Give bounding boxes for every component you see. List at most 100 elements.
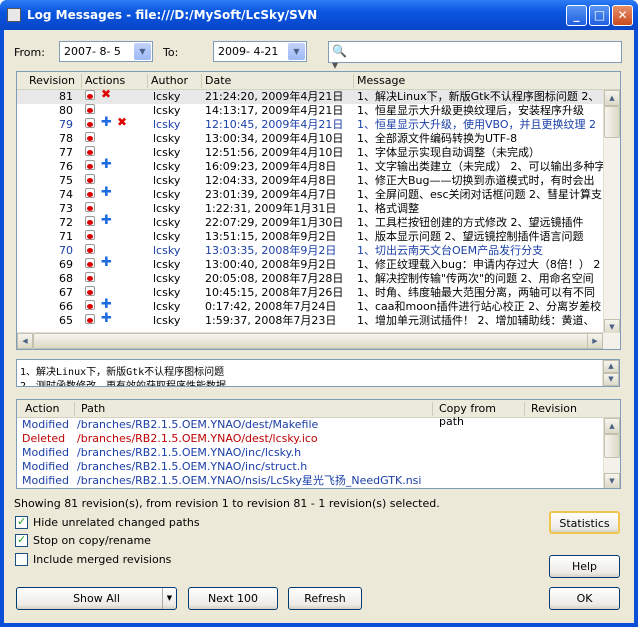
modified-icon — [85, 188, 95, 198]
message-cell: 1、文字输出类建立（未完成） 2、可以输出多种字 — [357, 160, 606, 173]
modified-icon — [85, 300, 95, 310]
show-all-button[interactable]: Show All ▼ — [16, 587, 177, 610]
log-row[interactable]: 74 ✚ lcsky 23:01:39, 2009年4月7日 1、全屏问题、esc关闭对… — [17, 186, 620, 202]
message-cell: 1、增加单元测试插件！ 2、增加辅助线：黄道、 — [357, 314, 595, 327]
scroll-up-icon[interactable]: ▲ — [604, 418, 620, 434]
column-action[interactable]: Action — [17, 402, 71, 416]
modified-icon — [85, 314, 95, 324]
scroll-up-icon[interactable]: ▲ — [604, 90, 620, 106]
revision-cell: 76 — [59, 160, 73, 173]
column-revision[interactable]: Revision — [17, 74, 81, 88]
log-list[interactable]: Revision Actions Author Date Message 81 ✖… — [16, 71, 621, 350]
log-row[interactable]: 81 ✖ lcsky 21:24:20, 2009年4月21日 1、解决Linux下，新… — [17, 88, 620, 104]
log-row[interactable]: 79 ✚ ✖ lcsky 12:10:45, 2009年4月21日 1、恒星显示大升级，使… — [17, 116, 620, 132]
revision-cell: 68 — [59, 272, 73, 285]
help-button[interactable]: Help — [549, 555, 620, 578]
close-button[interactable]: ✕ — [612, 5, 633, 26]
path-row[interactable]: Modified/branches/RB2.1.5.OEM.YNAO/inc/s… — [17, 460, 620, 474]
scroll-thumb[interactable] — [33, 333, 593, 349]
column-copy-from-path[interactable]: Copy from path — [432, 402, 524, 428]
author-cell: lcsky — [153, 202, 181, 215]
log-row[interactable]: 68 lcsky 20:05:08, 2008年7月28日 1、解决控制传输"传两次"… — [17, 272, 620, 286]
include-merged-checkbox[interactable] — [15, 553, 28, 566]
message-cell: 1、解决Linux下，新版Gtk不认程序图标问题 2、 — [357, 90, 600, 103]
column-date[interactable]: Date — [201, 74, 353, 88]
log-row[interactable]: 65 ✚ lcsky 1:59:37, 2008年7月23日 1、增加单元测试插件！ 2… — [17, 312, 620, 328]
title-bar[interactable]: Log Messages - file:///D:/MySoft/LcSky/S… — [0, 0, 638, 30]
author-cell: lcsky — [153, 132, 181, 145]
log-row[interactable]: 71 lcsky 13:51:15, 2008年9月2日 1、版本显示问题 2、望远镜… — [17, 230, 620, 244]
message-scrollbar[interactable]: ▲ ▼ — [602, 360, 619, 386]
scroll-down-icon[interactable]: ▼ — [603, 373, 619, 386]
scroll-up-icon[interactable]: ▲ — [603, 360, 619, 373]
date-cell: 13:00:40, 2008年9月2日 — [205, 258, 337, 271]
revision-cell: 67 — [59, 286, 73, 299]
search-icon[interactable]: 🔍▾ — [332, 44, 352, 72]
log-row[interactable]: 78 lcsky 13:00:34, 2009年4月10日 1、全部源文件编码转换为U… — [17, 132, 620, 146]
message-cell: 1、恒星显示大升级，使用VBO，并且更换纹理 2 — [357, 118, 597, 131]
refresh-button[interactable]: Refresh — [288, 587, 362, 610]
revision-cell: 71 — [59, 230, 73, 243]
log-row[interactable]: 69 ✚ lcsky 13:00:40, 2008年9月2日 1、修正纹理载入bug：申… — [17, 256, 620, 272]
modified-icon — [85, 272, 95, 282]
log-horizontal-scrollbar[interactable]: ◀ ▶ — [17, 332, 620, 349]
dropdown-arrow-icon[interactable]: ▼ — [162, 588, 176, 609]
date-cell: 20:05:08, 2008年7月28日 — [205, 272, 344, 285]
statistics-button[interactable]: Statistics — [549, 511, 620, 534]
log-row[interactable]: 76 ✚ lcsky 16:09:23, 2009年4月8日 1、文字输出类建立（未完成… — [17, 158, 620, 174]
message-text-box[interactable]: 1、解决Linux下，新版Gtk不认程序图标问题 2、测时函数修改，更有效的获取… — [16, 359, 620, 387]
date-cell: 23:01:39, 2009年4月7日 — [205, 188, 337, 201]
scroll-thumb[interactable] — [604, 434, 620, 458]
message-cell: 1、工具栏按钮创建的方式修改 2、望远镜插件 — [357, 216, 584, 229]
changed-paths-list[interactable]: Action Path Copy from path Revision Modi… — [16, 399, 621, 489]
ok-button[interactable]: OK — [549, 587, 620, 610]
include-merged-label[interactable]: Include merged revisions — [33, 553, 171, 566]
hide-unrelated-checkbox[interactable] — [15, 515, 28, 529]
message-cell: 1、切出云南天文台OEM产品发行分支 — [357, 244, 544, 257]
path-row[interactable]: Modified/branches/RB2.1.5.OEM.YNAO/inc/l… — [17, 446, 620, 460]
stop-on-copy-checkbox[interactable] — [15, 533, 28, 547]
chevron-down-icon[interactable]: ▼ — [134, 43, 151, 60]
from-date-picker[interactable]: 2007- 8- 5 ▼ — [59, 41, 153, 62]
window-title: Log Messages - file:///D:/MySoft/LcSky/S… — [27, 8, 318, 22]
scroll-thumb[interactable] — [604, 106, 620, 138]
column-message[interactable]: Message — [353, 74, 605, 88]
scroll-right-icon[interactable]: ▶ — [587, 333, 603, 349]
log-row[interactable]: 72 ✚ lcsky 22:07:29, 2009年1月30日 1、工具栏按钮创建的方式… — [17, 214, 620, 230]
chevron-down-icon[interactable]: ▼ — [288, 43, 305, 60]
message-cell: 1、caa和moon插件进行站心校正 2、分离岁差校 — [357, 300, 602, 313]
author-cell: lcsky — [153, 174, 181, 187]
revision-cell: 80 — [59, 104, 73, 117]
paths-vertical-scrollbar[interactable]: ▲ ▼ — [603, 418, 620, 488]
message-cell: 1、时角、纬度轴最大范围分离，两轴可以有不同 — [357, 286, 595, 299]
message-cell: 1、修正大Bug——切换到赤道模式时，有时会出 — [357, 174, 595, 187]
message-line: 2、测时函数修改，更有效的获取程序性能数据 — [20, 381, 227, 387]
modified-icon — [85, 146, 95, 156]
path-row[interactable]: Modified/branches/RB2.1.5.OEM.YNAO/dest/… — [17, 418, 620, 432]
stop-on-copy-label[interactable]: Stop on copy/rename — [33, 534, 151, 547]
scroll-left-icon[interactable]: ◀ — [17, 333, 33, 349]
search-field[interactable]: 🔍▾ — [328, 41, 622, 72]
next-100-button[interactable]: Next 100 — [188, 587, 278, 610]
path-cell: /branches/RB2.1.5.OEM.YNAO/dest/lcsky.ic… — [77, 432, 318, 445]
author-cell: lcsky — [153, 160, 181, 173]
revision-cell: 74 — [59, 188, 73, 201]
column-actions[interactable]: Actions — [81, 74, 147, 88]
maximize-button[interactable]: □ — [589, 5, 610, 26]
date-cell: 13:00:34, 2009年4月10日 — [205, 132, 344, 145]
path-row[interactable]: Modified/branches/RB2.1.5.OEM.YNAO/nsis/… — [17, 474, 620, 488]
date-cell: 10:45:15, 2008年7月26日 — [205, 286, 344, 299]
scroll-down-icon[interactable]: ▼ — [604, 473, 620, 488]
revision-cell: 70 — [59, 244, 73, 257]
author-cell: lcsky — [153, 230, 181, 243]
to-date-picker[interactable]: 2009- 4-21 ▼ — [213, 41, 307, 62]
date-cell: 1:22:31, 2009年1月31日 — [205, 202, 337, 215]
column-path[interactable]: Path — [74, 402, 432, 416]
column-author[interactable]: Author — [147, 74, 201, 88]
column-copy-revision[interactable]: Revision — [524, 402, 604, 416]
hide-unrelated-label[interactable]: Hide unrelated changed paths — [33, 516, 200, 529]
revision-cell: 65 — [59, 314, 73, 327]
minimize-button[interactable]: _ — [566, 5, 587, 26]
path-row[interactable]: Deleted/branches/RB2.1.5.OEM.YNAO/dest/l… — [17, 432, 620, 446]
log-vertical-scrollbar[interactable]: ▲ ▼ — [603, 90, 620, 335]
